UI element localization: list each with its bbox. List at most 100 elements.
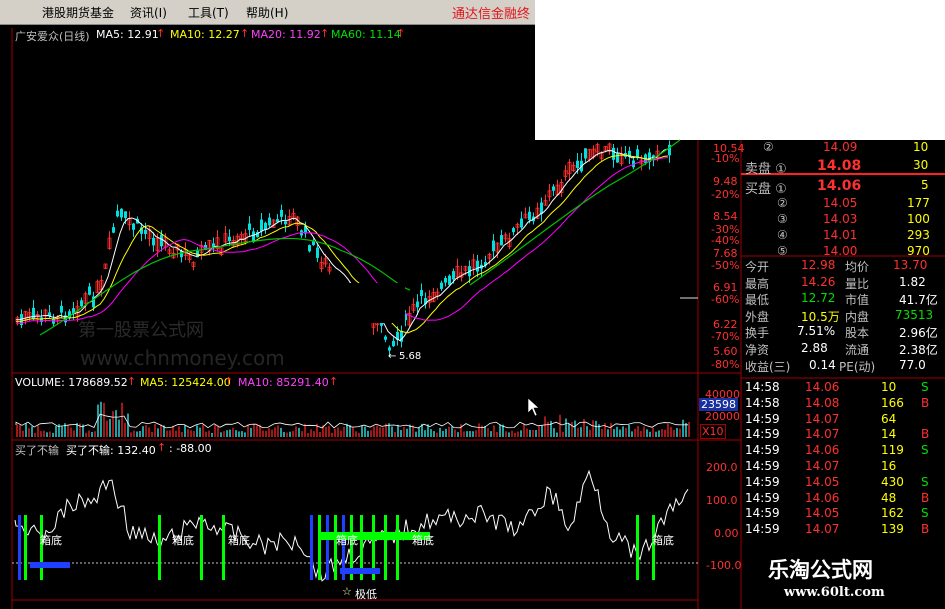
volume-bar bbox=[523, 423, 525, 437]
volume-bar bbox=[256, 425, 258, 437]
volume-bar bbox=[592, 420, 594, 437]
bid-row-2[interactable]: ② 14.05 177 bbox=[741, 196, 931, 212]
volume-bar bbox=[121, 402, 123, 437]
tick-row: 14:58 14.06 10 S bbox=[745, 380, 929, 394]
volume-bar bbox=[622, 426, 624, 437]
volume-bar bbox=[70, 427, 72, 437]
volume-bar bbox=[133, 430, 135, 437]
tick-row: 14:59 14.07 16 bbox=[745, 459, 897, 473]
volume-bar bbox=[583, 418, 585, 437]
volume-bar bbox=[541, 425, 543, 437]
candle-body bbox=[448, 275, 451, 285]
box-bottom-label: 箱底 bbox=[412, 534, 434, 547]
ind-axis-label: 100.0 bbox=[706, 494, 738, 507]
volume-bar bbox=[253, 423, 255, 437]
ma10-value: MA10: 12.27 bbox=[170, 28, 240, 41]
volume-bar bbox=[514, 432, 516, 437]
volume-bar bbox=[55, 426, 57, 437]
volume-bar bbox=[94, 431, 96, 437]
volume-bar bbox=[532, 429, 534, 437]
axis-price: 8.54 bbox=[713, 210, 738, 223]
volume-bar bbox=[613, 429, 615, 437]
bid-row-4[interactable]: ④ 14.01 293 bbox=[741, 228, 931, 244]
volume-bar bbox=[145, 424, 147, 437]
volume-bar bbox=[247, 424, 249, 437]
volume-bar bbox=[22, 430, 24, 437]
ask-row-1[interactable]: 卖盘 ① 14.08 30 bbox=[741, 158, 931, 177]
volume-bar bbox=[115, 410, 117, 437]
ask-row-2[interactable]: ② 14.09 10 bbox=[741, 140, 931, 156]
axis-pct: -80% bbox=[711, 358, 740, 371]
volume-bar bbox=[325, 426, 327, 437]
volume-bar bbox=[148, 427, 150, 437]
volume-bar bbox=[658, 430, 660, 437]
candle-body bbox=[260, 219, 263, 232]
volume-bar bbox=[601, 429, 603, 437]
bid-row-1[interactable]: 买盘 ① 14.06 5 bbox=[741, 178, 931, 197]
stat-row: 收益(三) 0.14 PE(动) 77.0 bbox=[745, 357, 926, 374]
ind-axis-label: 0.00 bbox=[714, 527, 739, 540]
volume-bar bbox=[451, 426, 453, 437]
volume-bar bbox=[556, 432, 558, 437]
box-bottom-label: 箱底 bbox=[652, 534, 674, 547]
volume-bar bbox=[589, 429, 591, 437]
axis-pct: -20% bbox=[711, 188, 740, 201]
volume-bar bbox=[292, 430, 294, 437]
volume-bar bbox=[403, 426, 405, 437]
volume-bar bbox=[124, 422, 126, 437]
volume-bar bbox=[301, 431, 303, 437]
volume-bar bbox=[625, 427, 627, 437]
up-arrow-icon: ↑ bbox=[156, 27, 166, 40]
axis-pct: -10% bbox=[711, 152, 740, 165]
quote-panel: ② 14.09 10 卖盘 ① 14.08 30 买盘 ① 14.06 5 ② … bbox=[741, 140, 945, 550]
volume-bar bbox=[553, 428, 555, 437]
box-bottom-label: 箱底 bbox=[336, 534, 358, 547]
extreme-low-label: 极低 bbox=[355, 588, 377, 601]
volume-bar bbox=[508, 432, 510, 437]
volume-bar bbox=[499, 424, 501, 437]
volume-bar bbox=[496, 431, 498, 437]
volume-bar bbox=[391, 426, 393, 437]
bid-row-3[interactable]: ③ 14.03 100 bbox=[741, 212, 931, 228]
candle-body bbox=[144, 229, 147, 235]
volume-bar bbox=[574, 420, 576, 437]
candle-body bbox=[228, 236, 231, 242]
volume-bar bbox=[283, 431, 285, 437]
signal-band bbox=[30, 562, 70, 568]
candle-body bbox=[584, 148, 587, 159]
tick-row: 14:59 14.06 48 B bbox=[745, 490, 930, 505]
volume-bar bbox=[454, 429, 456, 437]
volume-bar bbox=[466, 431, 468, 437]
volume-bar bbox=[433, 431, 435, 437]
volume-bar bbox=[505, 431, 507, 437]
volume-bar bbox=[331, 432, 333, 437]
volume-bar bbox=[16, 424, 18, 437]
volume-bar bbox=[118, 419, 120, 437]
volume-bar bbox=[271, 429, 273, 437]
volume-bar bbox=[655, 431, 657, 437]
volume-bar bbox=[73, 430, 75, 437]
volume-bar bbox=[637, 425, 639, 437]
volume-bar bbox=[154, 424, 156, 437]
tick-row: 14:59 14.07 14 B bbox=[745, 427, 930, 442]
candle-body bbox=[112, 227, 115, 233]
gap-mask bbox=[335, 283, 405, 323]
up-arrow-icon: ↑ bbox=[224, 375, 234, 388]
volume-bar bbox=[235, 430, 237, 437]
volume-bar bbox=[319, 431, 321, 437]
volume-bar bbox=[280, 427, 282, 437]
candle-body bbox=[528, 211, 531, 220]
volume-bar bbox=[445, 428, 447, 437]
volume-bar bbox=[109, 419, 111, 437]
up-arrow-icon: ↑ bbox=[127, 375, 137, 388]
volume-bar bbox=[667, 423, 669, 437]
volume-bar bbox=[463, 431, 465, 437]
ad-banner[interactable]: 乐淘公式网 www.60lt.com bbox=[750, 548, 945, 609]
candle-body bbox=[392, 340, 395, 347]
volume-bar bbox=[46, 432, 48, 437]
volume-bar bbox=[364, 426, 366, 437]
volume-bar bbox=[52, 432, 54, 437]
volume-bar bbox=[607, 429, 609, 437]
candle-body bbox=[380, 322, 383, 326]
volume-bar bbox=[394, 431, 396, 437]
